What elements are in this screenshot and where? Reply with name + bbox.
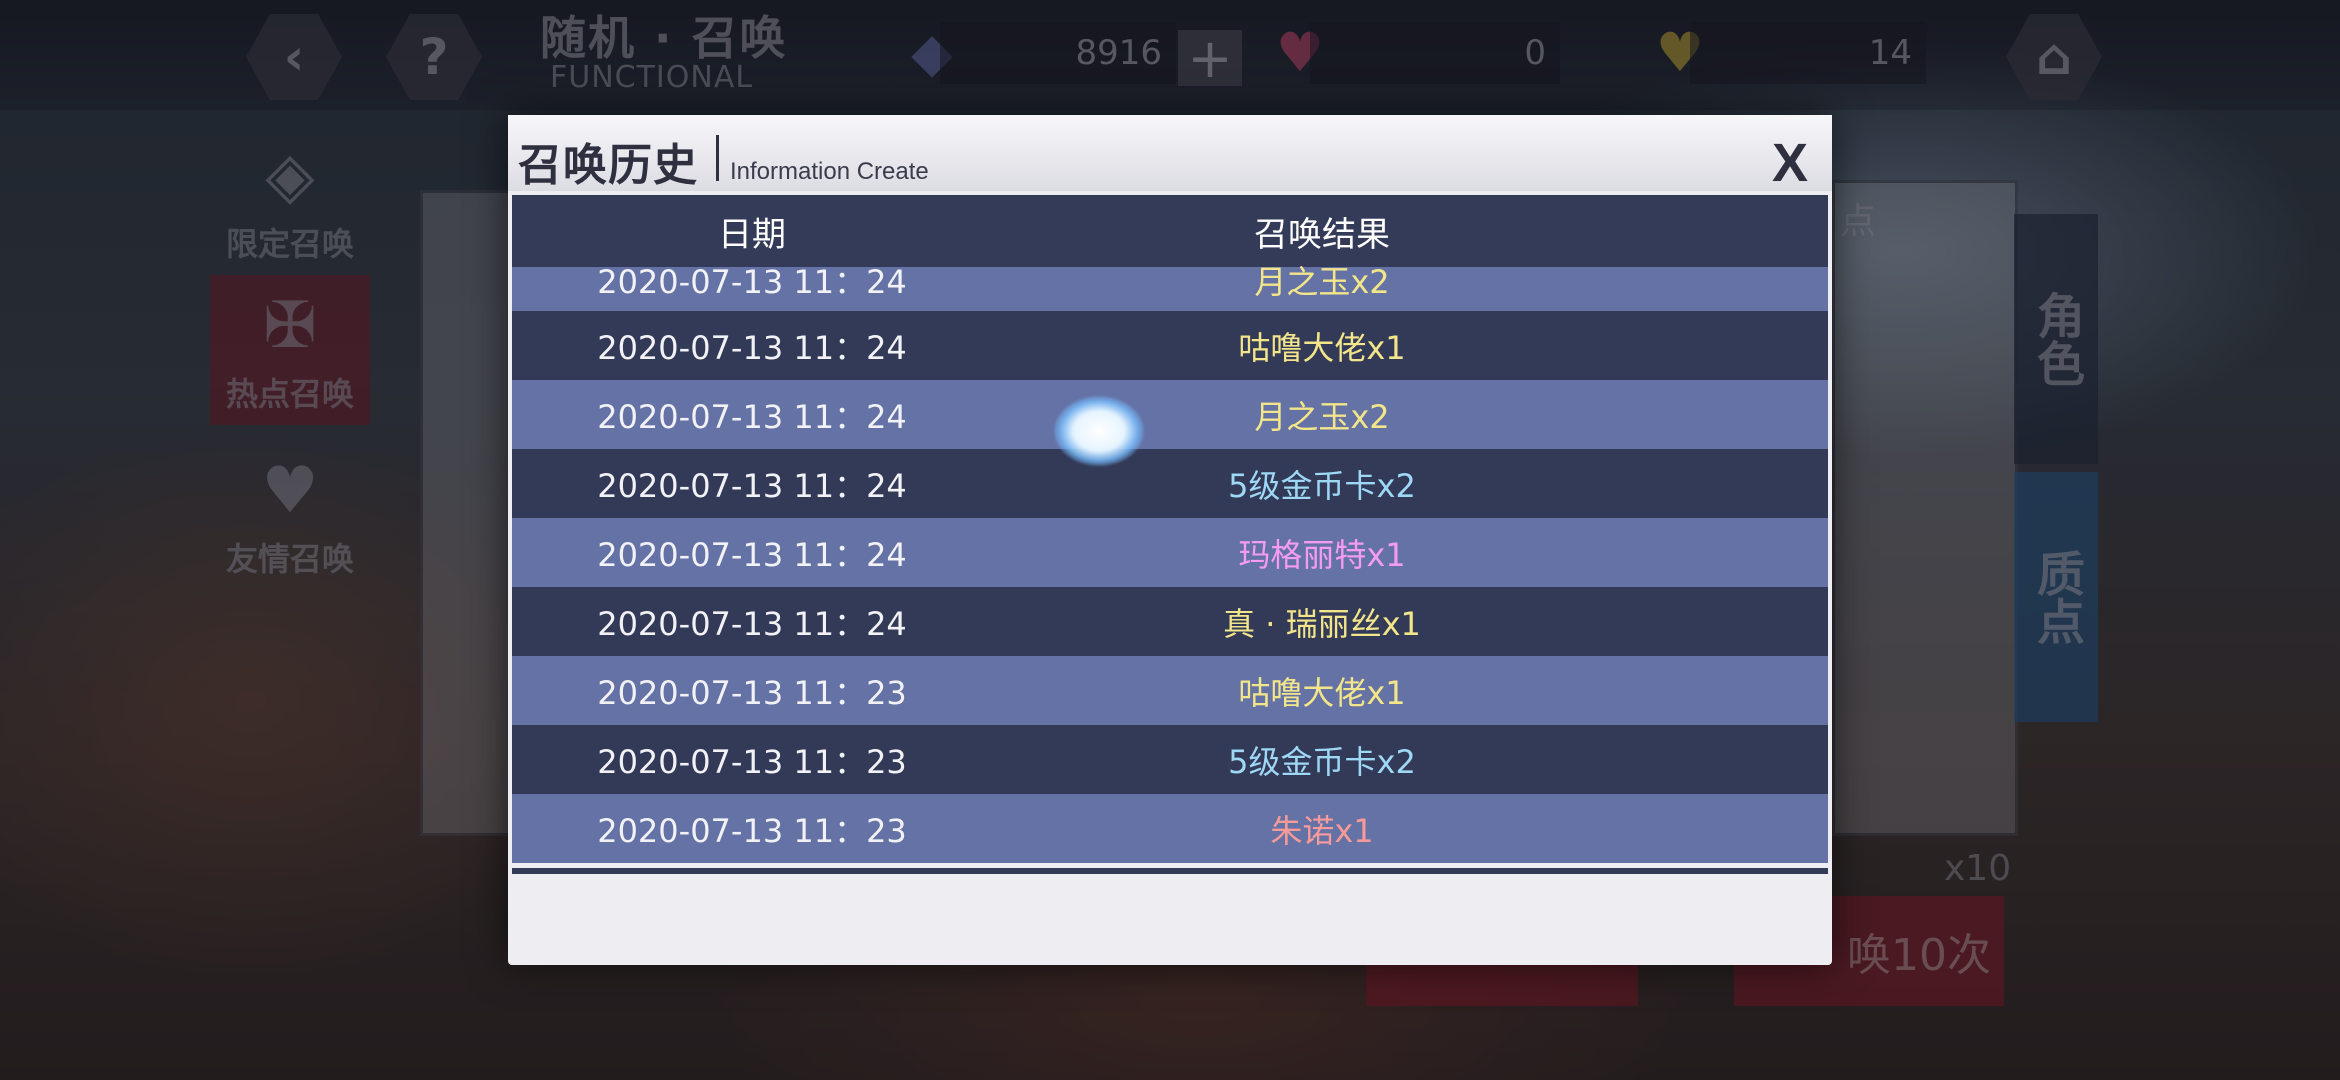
history-result: 月之玉x2 (1254, 263, 1390, 301)
history-date: 2020-07-13 11：23 (597, 673, 907, 712)
history-result: 玛格丽特x1 (1238, 535, 1406, 574)
touch-sparkle-effect (1054, 396, 1144, 466)
history-date: 2020-07-13 11：24 (597, 263, 907, 301)
history-date: 2020-07-13 11：24 (597, 604, 907, 643)
history-result: 5级金币卡x2 (1228, 742, 1416, 781)
dialog-header: 召唤历史 Information Create X (508, 115, 1832, 193)
close-icon: X (1771, 133, 1809, 193)
dialog-title: 召唤历史 (518, 140, 698, 191)
history-result: 5级金币卡x2 (1228, 466, 1416, 505)
history-row: 2020-07-13 11：24 月之玉x2 (512, 263, 1828, 311)
history-date: 2020-07-13 11：24 (597, 328, 907, 367)
history-row: 2020-07-13 11：23 5级金币卡x2 (512, 725, 1828, 794)
table-bottom-rule (512, 868, 1828, 874)
history-date: 2020-07-13 11：24 (597, 535, 907, 574)
history-date: 2020-07-13 11：24 (597, 397, 907, 436)
history-date: 2020-07-13 11：24 (597, 466, 907, 505)
history-row: 2020-07-13 11：23 朱诺x1 (512, 794, 1828, 863)
history-row: 2020-07-13 11：24 真 · 瑞丽丝x1 (512, 587, 1828, 656)
history-result: 咕噜大佬x1 (1238, 328, 1406, 367)
history-result: 真 · 瑞丽丝x1 (1223, 604, 1421, 643)
dialog-subtitle: Information Create (730, 158, 929, 185)
summon-history-dialog: 召唤历史 Information Create X 日期 召唤结果 2020-0… (508, 115, 1832, 965)
title-divider (716, 135, 719, 181)
close-button[interactable]: X (1760, 133, 1820, 193)
history-result: 咕噜大佬x1 (1238, 673, 1406, 712)
history-row: 2020-07-13 11：24 咕噜大佬x1 (512, 311, 1828, 380)
history-row: 2020-07-13 11：23 咕噜大佬x1 (512, 656, 1828, 725)
history-row: 2020-07-13 11：24 月之玉x2 (512, 380, 1828, 449)
history-date: 2020-07-13 11：23 (597, 811, 907, 850)
history-date: 2020-07-13 11：23 (597, 742, 907, 781)
history-row: 2020-07-13 11：24 玛格丽特x1 (512, 518, 1828, 587)
history-list[interactable]: 2020-07-13 11：24 月之玉x2 2020-07-13 11：24 咕噜大… (512, 263, 1828, 987)
history-row: 2020-07-13 11：24 5级金币卡x2 (512, 449, 1828, 518)
history-result: 朱诺x1 (1270, 811, 1374, 850)
